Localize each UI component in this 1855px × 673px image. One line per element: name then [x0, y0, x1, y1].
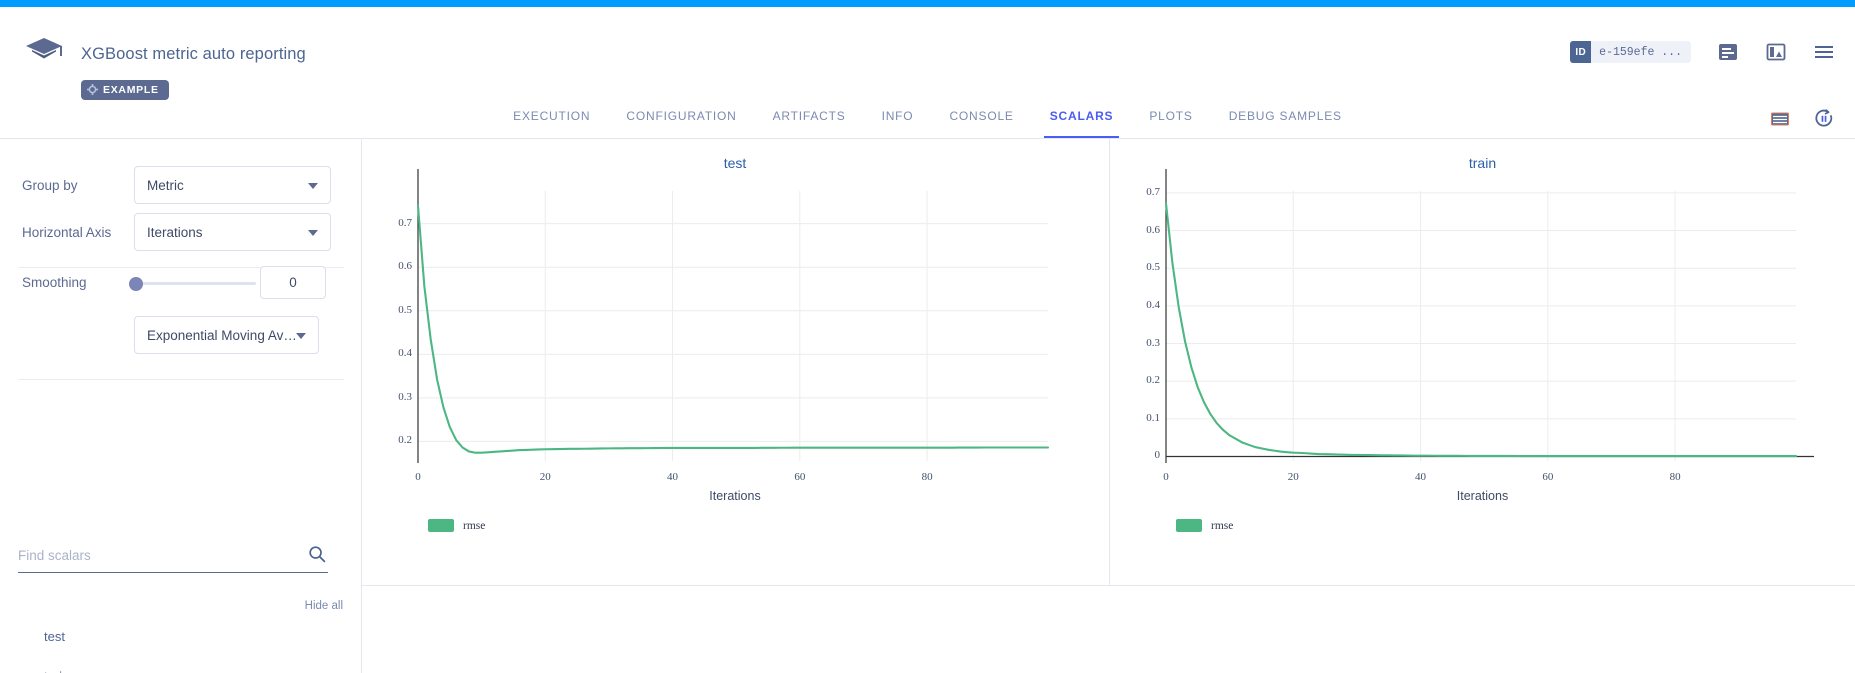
- chevron-down-icon: [308, 183, 318, 189]
- plot-area[interactable]: [418, 191, 1048, 461]
- smoothing-algorithm-select[interactable]: Exponential Moving Ave...: [134, 316, 319, 354]
- page-header: XGBoost metric auto reporting EXAMPLE ID…: [0, 7, 1855, 102]
- y-axis-tick-label: 0.6: [378, 260, 412, 272]
- legend-label: rmse: [463, 520, 485, 532]
- hamburger-menu-icon[interactable]: [1813, 41, 1835, 63]
- tab-plots[interactable]: PLOTS: [1131, 102, 1210, 138]
- x-axis-tick-label: 0: [1146, 471, 1186, 483]
- tab-execution[interactable]: EXECUTION: [495, 102, 608, 138]
- auto-refresh-pause-icon[interactable]: [1813, 108, 1835, 130]
- y-axis-tick-label: 0.5: [378, 304, 412, 316]
- search-icon[interactable]: [308, 545, 326, 563]
- scalars-sidebar: Group by Metric Horizontal Axis Iteratio…: [0, 139, 362, 673]
- chart-panel-test: test Iterations rmse 0.2 0.3 0.4 0.5 0.6 0.7 0…: [362, 139, 1108, 585]
- x-axis-tick-label: 80: [907, 471, 947, 483]
- smoothing-algorithm-value: Exponential Moving Ave...: [147, 328, 297, 343]
- y-axis-tick-label: 0.7: [1126, 186, 1160, 198]
- header-actions: ID e-159efe ...: [1570, 41, 1835, 63]
- chart-legend[interactable]: rmse: [428, 519, 485, 532]
- task-id-chip[interactable]: ID e-159efe ...: [1570, 41, 1691, 63]
- scalar-charts-area: test Iterations rmse 0.2 0.3 0.4 0.5 0.6 0.7 0…: [362, 139, 1855, 585]
- chart-title: test: [362, 155, 1108, 171]
- tab-scalars[interactable]: SCALARS: [1032, 102, 1132, 138]
- chart-title: train: [1110, 155, 1855, 171]
- x-axis-tick-label: 60: [780, 471, 820, 483]
- smoothing-value-input[interactable]: 0: [260, 266, 326, 299]
- tab-bar-actions: [1769, 108, 1835, 130]
- x-axis-tick-label: 40: [653, 471, 693, 483]
- smoothing-algorithm-row: Exponential Moving Ave...: [134, 316, 319, 354]
- log-panel-icon[interactable]: [1717, 41, 1739, 63]
- sidebar-divider-2: [18, 379, 344, 380]
- group-by-value: Metric: [147, 178, 184, 193]
- group-by-select[interactable]: Metric: [134, 166, 331, 204]
- find-scalars-wrap: [18, 547, 328, 573]
- y-axis-tick-label: 0.2: [378, 434, 412, 446]
- page-title: XGBoost metric auto reporting: [81, 45, 306, 64]
- smoothing-slider[interactable]: [134, 282, 256, 285]
- tab-console[interactable]: CONSOLE: [931, 102, 1031, 138]
- graduation-cap-icon: [24, 35, 64, 71]
- chart-panel-train: train Iterations rmse 0 0.1 0.2 0.3 0.4 0.5 0.…: [1109, 139, 1855, 585]
- task-id-tag: ID: [1570, 41, 1591, 63]
- x-axis-tick-label: 20: [1273, 471, 1313, 483]
- x-axis-tick-label: 0: [398, 471, 438, 483]
- y-axis-tick-label: 0.2: [1126, 374, 1160, 386]
- y-axis-tick-label: 0.3: [1126, 337, 1160, 349]
- y-axis-tick-label: 0.6: [1126, 224, 1160, 236]
- example-badge: EXAMPLE: [81, 80, 169, 100]
- y-axis-tick-label: 0.4: [378, 347, 412, 359]
- gear-icon: [87, 84, 98, 95]
- x-axis-tick-label: 20: [525, 471, 565, 483]
- y-axis-tick-label: 0.4: [1126, 299, 1160, 311]
- horizontal-axis-value: Iterations: [147, 225, 203, 240]
- tab-info[interactable]: INFO: [864, 102, 932, 138]
- charts-bottom-divider: [362, 585, 1855, 586]
- scalar-list-item-test[interactable]: test: [44, 629, 65, 644]
- horizontal-axis-select[interactable]: Iterations: [134, 213, 331, 251]
- chart-legend[interactable]: rmse: [1176, 519, 1233, 532]
- hide-all-button[interactable]: Hide all: [305, 600, 343, 612]
- tab-debug-samples[interactable]: DEBUG SAMPLES: [1211, 102, 1360, 138]
- trains-scalars-page: COMPLETED XGBoost metric auto reporting: [0, 0, 1855, 673]
- x-axis-tick-label: 40: [1401, 471, 1441, 483]
- horizontal-axis-row: Horizontal Axis Iterations: [22, 213, 331, 251]
- example-badge-label: EXAMPLE: [103, 84, 159, 96]
- scalar-list-item-train[interactable]: train: [44, 669, 69, 673]
- search-input[interactable]: [18, 548, 328, 573]
- legend-swatch: [428, 519, 454, 532]
- list-view-icon[interactable]: [1769, 108, 1791, 130]
- plot-area[interactable]: [1166, 191, 1796, 461]
- task-id-value: e-159efe ...: [1591, 46, 1691, 59]
- y-axis-tick-label: 0.7: [378, 217, 412, 229]
- x-axis-title: Iterations: [362, 489, 1108, 503]
- group-by-label: Group by: [22, 178, 134, 193]
- x-axis-title: Iterations: [1110, 489, 1855, 503]
- chevron-down-icon: [296, 333, 306, 339]
- legend-label: rmse: [1211, 520, 1233, 532]
- y-axis-tick-label: 0.1: [1126, 412, 1160, 424]
- split-view-icon[interactable]: [1765, 41, 1787, 63]
- group-by-row: Group by Metric: [22, 166, 331, 204]
- chevron-down-icon: [308, 230, 318, 236]
- tab-bar: EXECUTION CONFIGURATION ARTIFACTS INFO C…: [0, 102, 1855, 139]
- y-axis-tick-label: 0.5: [1126, 261, 1160, 273]
- tab-artifacts[interactable]: ARTIFACTS: [755, 102, 864, 138]
- legend-swatch: [1176, 519, 1202, 532]
- tab-list: EXECUTION CONFIGURATION ARTIFACTS INFO C…: [0, 102, 1855, 138]
- x-axis-tick-label: 60: [1528, 471, 1568, 483]
- x-axis-tick-label: 80: [1655, 471, 1695, 483]
- y-axis-tick-label: 0: [1126, 449, 1160, 461]
- y-axis-tick-label: 0.3: [378, 391, 412, 403]
- horizontal-axis-label: Horizontal Axis: [22, 225, 134, 240]
- tab-configuration[interactable]: CONFIGURATION: [608, 102, 754, 138]
- smoothing-slider-thumb[interactable]: [129, 277, 143, 291]
- smoothing-label: Smoothing: [22, 275, 87, 290]
